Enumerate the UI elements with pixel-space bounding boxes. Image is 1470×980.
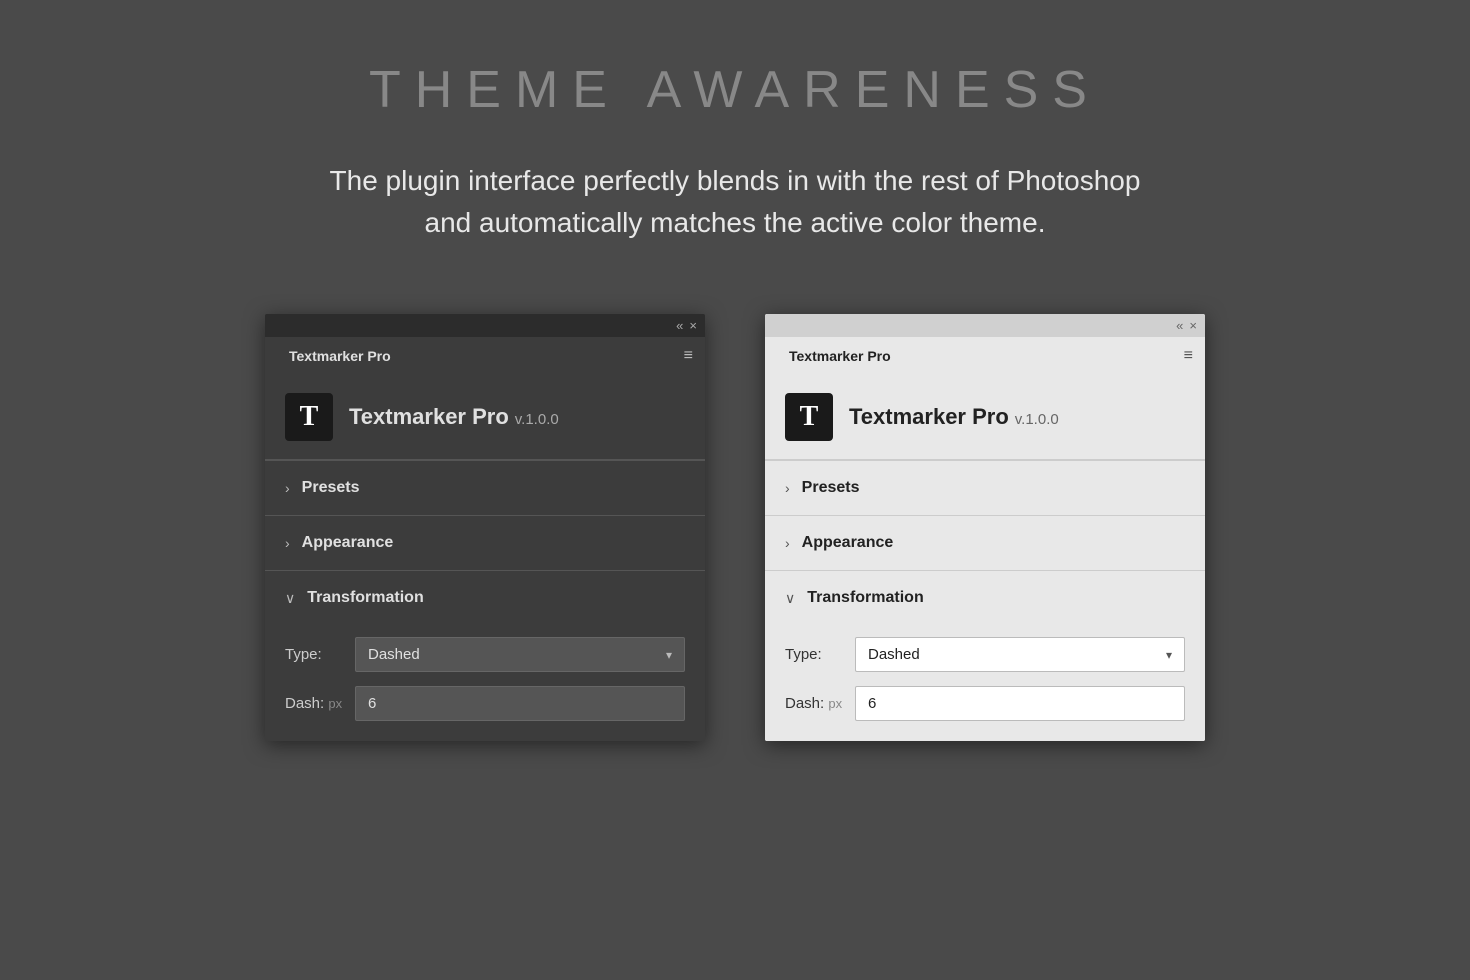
light-transformation-body: Type: Dashed ▾ Dash: px 6 (765, 625, 1205, 741)
dark-panel-topbar: « × (265, 314, 705, 337)
dark-header-text: Textmarker Pro v.1.0.0 (349, 404, 559, 430)
dark-transformation-body: Type: Dashed ▾ Dash: px 6 (265, 625, 705, 741)
light-transformation-section: ∨ Transformation Type: Dashed ▾ Dash: px (765, 570, 1205, 741)
light-presets-row[interactable]: › Presets (765, 460, 1205, 515)
dark-transformation-section: ∨ Transformation Type: Dashed ▾ Dash: px (265, 570, 705, 741)
dark-presets-row[interactable]: › Presets (265, 460, 705, 515)
dark-dash-unit: px (328, 696, 342, 711)
light-appearance-row[interactable]: › Appearance (765, 515, 1205, 570)
dark-transformation-label: Transformation (307, 589, 423, 607)
light-transformation-chevron: ∨ (785, 590, 795, 607)
dark-header-name: Textmarker Pro (349, 404, 509, 430)
light-presets-chevron: › (785, 480, 790, 496)
light-transformation-header[interactable]: ∨ Transformation (765, 571, 1205, 625)
light-panel-header: T Textmarker Pro v.1.0.0 (765, 375, 1205, 460)
dark-type-value: Dashed (368, 646, 420, 663)
dark-presets-chevron: › (285, 480, 290, 496)
dark-menu-icon[interactable]: ≡ (672, 337, 705, 375)
light-dash-unit: px (828, 696, 842, 711)
light-select-arrow: ▾ (1166, 648, 1172, 662)
light-logo-box: T (785, 393, 833, 441)
dark-logo-letter: T (300, 401, 319, 433)
light-dash-label: Dash: px (785, 695, 845, 712)
light-collapse-icon[interactable]: « (1176, 318, 1183, 333)
light-presets-label: Presets (802, 479, 860, 497)
dark-type-select[interactable]: Dashed ▾ (355, 637, 685, 672)
light-tab-row: Textmarker Pro ≡ (765, 337, 1205, 375)
dark-dash-input[interactable]: 6 (355, 686, 685, 721)
light-close-icon[interactable]: × (1189, 318, 1197, 333)
subtitle-line1: The plugin interface perfectly blends in… (330, 165, 1141, 196)
light-panel-topbar: « × (765, 314, 1205, 337)
light-appearance-label: Appearance (802, 534, 894, 552)
panels-container: « × Textmarker Pro ≡ T Textmarker Pro v.… (265, 314, 1205, 741)
light-header-version: v.1.0.0 (1015, 411, 1059, 428)
page-header: THEME AWARENESS The plugin interface per… (330, 60, 1141, 244)
dark-panel: « × Textmarker Pro ≡ T Textmarker Pro v.… (265, 314, 705, 741)
dark-type-row: Type: Dashed ▾ (285, 637, 685, 672)
dark-type-label: Type: (285, 646, 345, 663)
light-transformation-label: Transformation (807, 589, 923, 607)
subtitle-line2: and automatically matches the active col… (425, 207, 1046, 238)
page-title: THEME AWARENESS (330, 60, 1141, 120)
dark-transformation-chevron: ∨ (285, 590, 295, 607)
light-header-text: Textmarker Pro v.1.0.0 (849, 404, 1059, 430)
dark-appearance-label: Appearance (302, 534, 394, 552)
dark-close-icon[interactable]: × (689, 318, 697, 333)
light-type-label: Type: (785, 646, 845, 663)
light-type-value: Dashed (868, 646, 920, 663)
page-subtitle: The plugin interface perfectly blends in… (330, 160, 1141, 244)
dark-logo-box: T (285, 393, 333, 441)
light-header-name: Textmarker Pro (849, 404, 1009, 430)
light-appearance-chevron: › (785, 535, 790, 551)
light-dash-input[interactable]: 6 (855, 686, 1185, 721)
light-panel: « × Textmarker Pro ≡ T Textmarker Pro v.… (765, 314, 1205, 741)
dark-tab-row: Textmarker Pro ≡ (265, 337, 705, 375)
dark-appearance-row[interactable]: › Appearance (265, 515, 705, 570)
dark-dash-label: Dash: px (285, 695, 345, 712)
light-menu-icon[interactable]: ≡ (1172, 337, 1205, 375)
light-panel-tab[interactable]: Textmarker Pro (765, 338, 915, 374)
light-dash-row: Dash: px 6 (785, 686, 1185, 721)
dark-header-version: v.1.0.0 (515, 411, 559, 428)
dark-presets-label: Presets (302, 479, 360, 497)
light-type-row: Type: Dashed ▾ (785, 637, 1185, 672)
dark-select-arrow: ▾ (666, 648, 672, 662)
light-type-select[interactable]: Dashed ▾ (855, 637, 1185, 672)
dark-appearance-chevron: › (285, 535, 290, 551)
dark-panel-tab[interactable]: Textmarker Pro (265, 338, 415, 374)
dark-transformation-header[interactable]: ∨ Transformation (265, 571, 705, 625)
light-logo-letter: T (800, 401, 819, 433)
dark-panel-header: T Textmarker Pro v.1.0.0 (265, 375, 705, 460)
dark-collapse-icon[interactable]: « (676, 318, 683, 333)
dark-dash-row: Dash: px 6 (285, 686, 685, 721)
